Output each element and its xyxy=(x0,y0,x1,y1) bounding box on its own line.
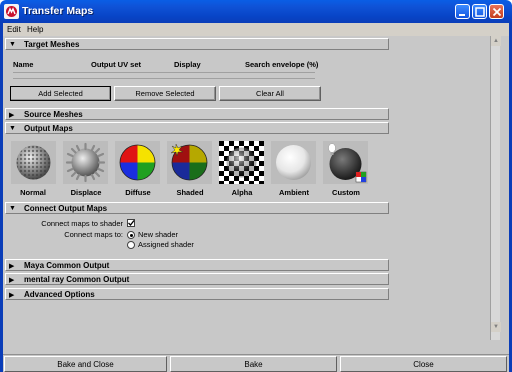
checkmark-icon xyxy=(128,220,135,226)
section-label: Maya Common Output xyxy=(24,261,110,270)
add-selected-button[interactable]: Add Selected xyxy=(10,86,111,101)
normal-map-button[interactable] xyxy=(11,141,56,184)
alpha-map-icon xyxy=(219,141,264,184)
alpha-map-button[interactable] xyxy=(219,141,264,184)
collapsed-arrow-icon: ▶ xyxy=(9,292,15,299)
custom-map-icon xyxy=(328,143,367,183)
displace-map-button[interactable] xyxy=(63,141,108,184)
section-advanced-options[interactable]: ▶ Advanced Options xyxy=(5,288,389,300)
minimize-icon xyxy=(459,14,465,16)
menu-bar: Edit Help xyxy=(0,23,512,36)
connect-to-shader-label: Connect maps to shader xyxy=(41,219,123,228)
footer-bar: Bake and Close Bake Close xyxy=(3,354,509,372)
new-shader-label: New shader xyxy=(138,230,179,239)
new-shader-radio[interactable] xyxy=(127,231,135,239)
mesh-list-divider xyxy=(13,72,315,73)
section-mental-ray-common-output[interactable]: ▶ mental ray Common Output xyxy=(5,273,389,285)
maximize-button[interactable] xyxy=(472,4,487,19)
diffuse-map-icon xyxy=(119,144,156,181)
assigned-shader-label: Assigned shader xyxy=(138,240,194,249)
section-label: Connect Output Maps xyxy=(24,204,108,213)
column-display: Display xyxy=(174,60,201,69)
section-connect-output-maps[interactable]: ▼ Connect Output Maps xyxy=(5,202,389,214)
scroll-up-icon[interactable]: ▲ xyxy=(491,36,501,46)
close-window-button[interactable] xyxy=(489,4,504,19)
collapsed-arrow-icon: ▶ xyxy=(9,112,15,119)
bake-button[interactable]: Bake xyxy=(170,356,337,372)
normal-map-icon xyxy=(16,145,51,180)
close-button[interactable]: Close xyxy=(340,356,507,372)
remove-selected-button[interactable]: Remove Selected xyxy=(114,86,216,101)
close-icon xyxy=(492,7,502,17)
mesh-list-divider xyxy=(13,78,315,79)
expand-arrow-icon: ▼ xyxy=(9,125,16,132)
connect-to-shader-checkbox[interactable] xyxy=(127,219,135,227)
maya-app-icon xyxy=(4,4,19,19)
menu-edit[interactable]: Edit xyxy=(7,25,21,34)
column-name: Name xyxy=(13,60,34,69)
section-label: Target Meshes xyxy=(24,40,80,49)
displace-map-icon xyxy=(65,142,106,183)
maximize-icon xyxy=(475,7,485,17)
clear-all-button[interactable]: Clear All xyxy=(219,86,321,101)
column-output-uv-set: Output UV set xyxy=(91,60,141,69)
section-source-meshes[interactable]: ▶ Source Meshes xyxy=(5,108,389,120)
section-label: mental ray Common Output xyxy=(24,275,130,284)
map-label-alpha: Alpha xyxy=(231,188,253,197)
section-label: Advanced Options xyxy=(24,290,95,299)
map-label-normal: Normal xyxy=(20,188,46,197)
title-bar[interactable]: Transfer Maps xyxy=(0,0,512,23)
map-label-displace: Displace xyxy=(70,188,102,197)
main-content: ▼ Target Meshes Name Output UV set Displ… xyxy=(3,36,509,354)
expand-arrow-icon: ▼ xyxy=(9,205,16,212)
map-label-custom: Custom xyxy=(332,188,360,197)
assigned-shader-radio[interactable] xyxy=(127,241,135,249)
ambient-map-icon xyxy=(276,145,311,180)
section-label: Source Meshes xyxy=(24,110,83,119)
vertical-scrollbar[interactable]: ▲ ▼ xyxy=(490,36,501,340)
scroll-down-icon[interactable]: ▼ xyxy=(491,322,501,332)
shaded-map-button[interactable] xyxy=(167,141,212,184)
ambient-map-button[interactable] xyxy=(271,141,316,184)
section-label: Output Maps xyxy=(24,124,73,133)
section-output-maps[interactable]: ▼ Output Maps xyxy=(5,122,389,134)
bake-and-close-button[interactable]: Bake and Close xyxy=(4,356,167,372)
column-search-envelope: Search envelope (%) xyxy=(245,60,319,69)
window-title: Transfer Maps xyxy=(22,5,94,17)
diffuse-map-button[interactable] xyxy=(115,141,160,184)
expand-arrow-icon: ▼ xyxy=(9,41,16,48)
map-label-shaded: Shaded xyxy=(176,188,204,197)
custom-map-button[interactable] xyxy=(323,141,368,184)
menu-help[interactable]: Help xyxy=(27,25,43,34)
shaded-map-icon xyxy=(170,143,208,181)
minimize-button[interactable] xyxy=(455,4,470,19)
collapsed-arrow-icon: ▶ xyxy=(9,277,15,284)
connect-to-label: Connect maps to: xyxy=(64,230,123,239)
section-maya-common-output[interactable]: ▶ Maya Common Output xyxy=(5,259,389,271)
collapsed-arrow-icon: ▶ xyxy=(9,263,15,270)
map-label-diffuse: Diffuse xyxy=(125,188,151,197)
map-label-ambient: Ambient xyxy=(279,188,309,197)
section-target-meshes[interactable]: ▼ Target Meshes xyxy=(5,38,389,50)
options-panel: ▼ Target Meshes Name Output UV set Displ… xyxy=(5,38,389,340)
